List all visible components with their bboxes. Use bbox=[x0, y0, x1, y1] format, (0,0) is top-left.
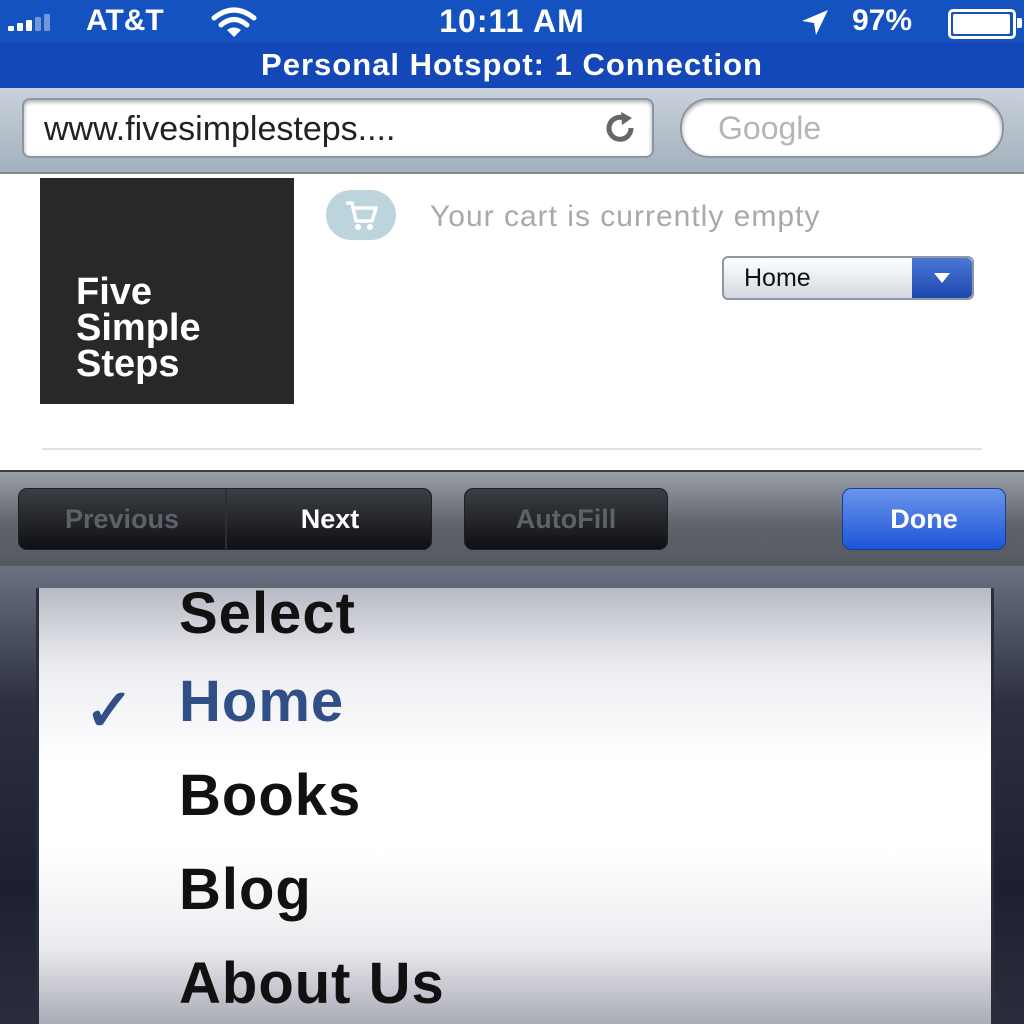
url-text: www.fivesimplesteps.... bbox=[44, 110, 396, 148]
previous-button[interactable]: Previous bbox=[19, 489, 225, 549]
picker-option[interactable]: Books bbox=[179, 762, 361, 829]
picker-option[interactable]: Select bbox=[179, 588, 356, 647]
option-picker[interactable]: ✓ Select Home Books Blog About Us bbox=[36, 588, 994, 1024]
search-placeholder: Google bbox=[718, 110, 822, 146]
cart-status-text: Your cart is currently empty bbox=[430, 200, 821, 233]
next-button[interactable]: Next bbox=[225, 489, 431, 549]
browser-toolbar: www.fivesimplesteps.... Google bbox=[0, 88, 1024, 174]
logo-text: Five Simple Steps bbox=[76, 271, 201, 385]
url-field[interactable]: www.fivesimplesteps.... bbox=[22, 98, 654, 158]
cart-icon[interactable] bbox=[326, 190, 396, 240]
search-field[interactable]: Google bbox=[680, 98, 1004, 158]
picker-option-selected[interactable]: Home bbox=[179, 668, 344, 735]
status-bar: AT&T 10:11 AM 97% bbox=[0, 0, 1024, 42]
site-logo[interactable]: Five Simple Steps bbox=[40, 178, 294, 404]
nav-select-value: Home bbox=[744, 264, 811, 292]
prev-next-segmented-control: Previous Next bbox=[18, 488, 432, 550]
location-arrow-icon bbox=[802, 10, 828, 35]
picker-option[interactable]: About Us bbox=[179, 950, 445, 1017]
form-accessory-toolbar: Previous Next AutoFill Done bbox=[0, 470, 1024, 568]
reload-icon[interactable] bbox=[602, 110, 638, 146]
picker-option[interactable]: Blog bbox=[179, 856, 312, 923]
autofill-button[interactable]: AutoFill bbox=[464, 488, 668, 550]
divider bbox=[42, 448, 982, 450]
checkmark-icon: ✓ bbox=[85, 678, 134, 743]
personal-hotspot-banner[interactable]: Personal Hotspot: 1 Connection bbox=[0, 42, 1024, 88]
nav-select[interactable]: Home bbox=[722, 256, 974, 300]
done-button[interactable]: Done bbox=[842, 488, 1006, 550]
battery-percent: 97% bbox=[852, 4, 913, 37]
chevron-down-icon bbox=[912, 258, 972, 298]
battery-icon bbox=[948, 9, 1022, 39]
